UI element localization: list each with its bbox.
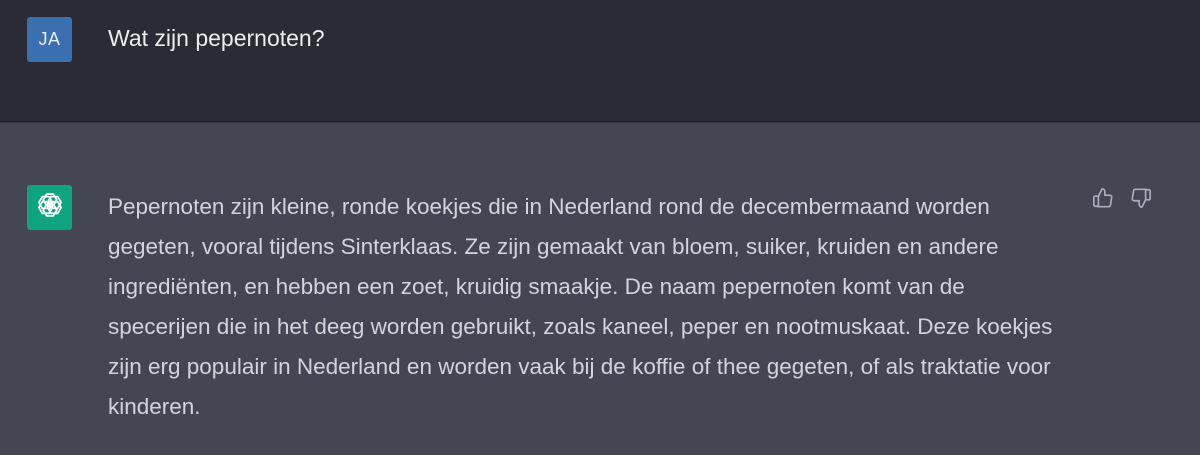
thumbs-up-icon [1092, 187, 1114, 214]
thumbs-up-button[interactable] [1090, 187, 1116, 213]
assistant-message-text: Pepernoten zijn kleine, ronde koekjes di… [108, 194, 1053, 419]
user-avatar: JA [27, 17, 72, 62]
assistant-message-row: Pepernoten zijn kleine, ronde koekjes di… [0, 123, 1200, 455]
thumbs-down-icon [1130, 187, 1152, 214]
openai-logo-icon [35, 190, 65, 225]
assistant-avatar [27, 185, 72, 230]
user-message-row: JA Wat zijn pepernoten? [0, 0, 1200, 122]
chat-conversation: JA Wat zijn pepernoten? Pepernoten zijn … [0, 0, 1200, 455]
thumbs-down-button[interactable] [1128, 187, 1154, 213]
feedback-buttons [1090, 187, 1154, 213]
user-message-text: Wat zijn pepernoten? [108, 25, 325, 51]
